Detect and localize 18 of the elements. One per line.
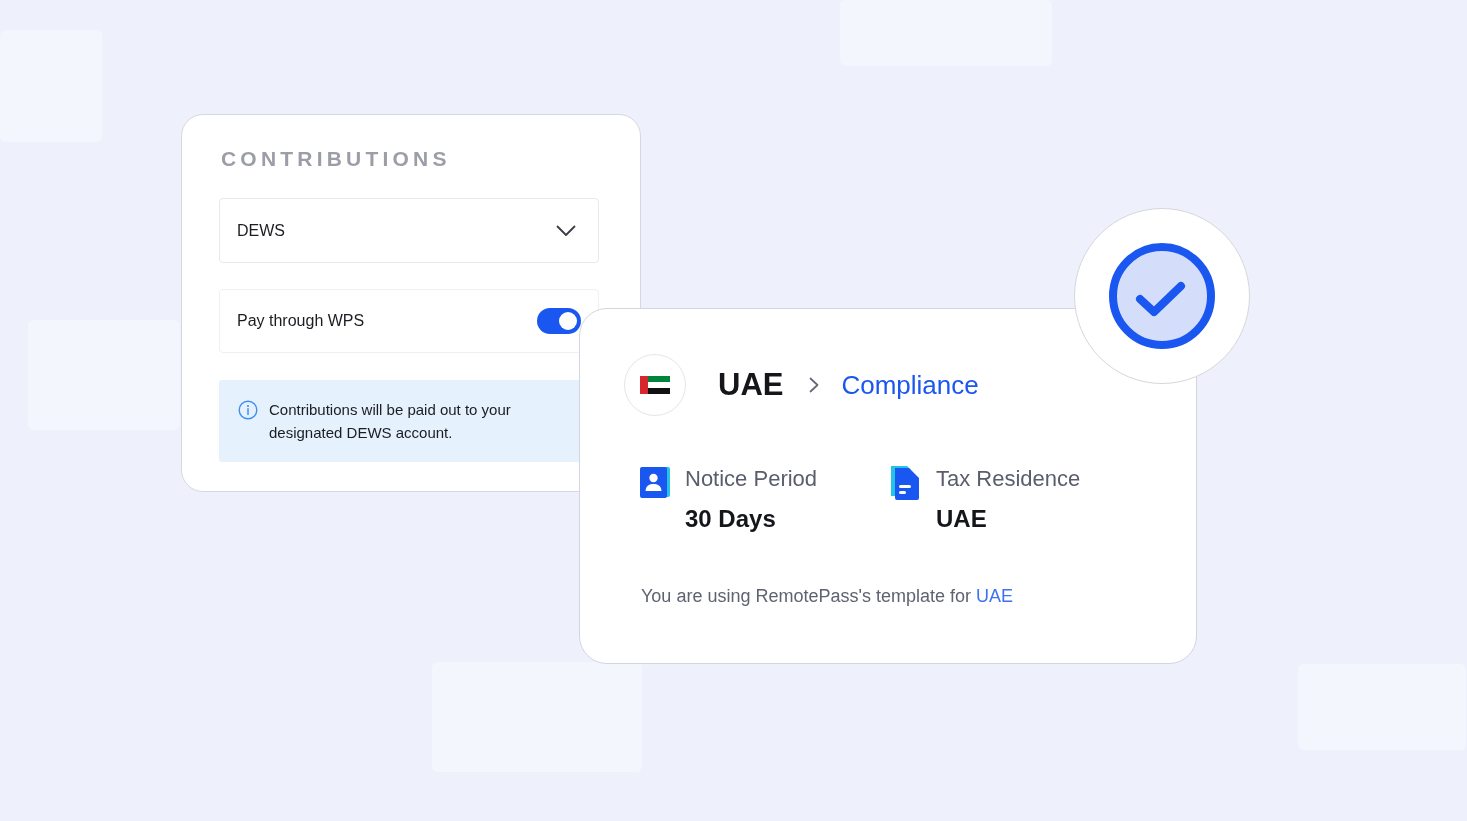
field-label: Notice Period	[685, 465, 818, 493]
section-heading: CONTRIBUTIONS	[221, 147, 452, 171]
chevron-down-icon	[556, 224, 576, 237]
field-value: UAE	[936, 504, 988, 534]
breadcrumb-link[interactable]: Compliance	[841, 369, 979, 401]
country-link[interactable]: UAE	[975, 586, 1013, 606]
field-label: Tax Residence	[936, 465, 1081, 493]
toggle-switch[interactable]	[537, 308, 581, 334]
info-icon	[238, 400, 258, 420]
info-text: Contributions will be paid out to your designated DEWS account.	[269, 400, 512, 443]
person-card-icon	[640, 466, 670, 498]
country-title: UAE	[718, 367, 784, 403]
toggle-label: Pay through WPS	[237, 312, 365, 330]
chevron-right-icon	[809, 377, 820, 393]
document-icon	[891, 466, 921, 500]
template-note: You are using RemotePass's template for UAE	[641, 586, 1014, 607]
contribution-dropdown[interactable]: DEWS	[219, 198, 599, 263]
field-value: 30 Days	[685, 504, 777, 534]
